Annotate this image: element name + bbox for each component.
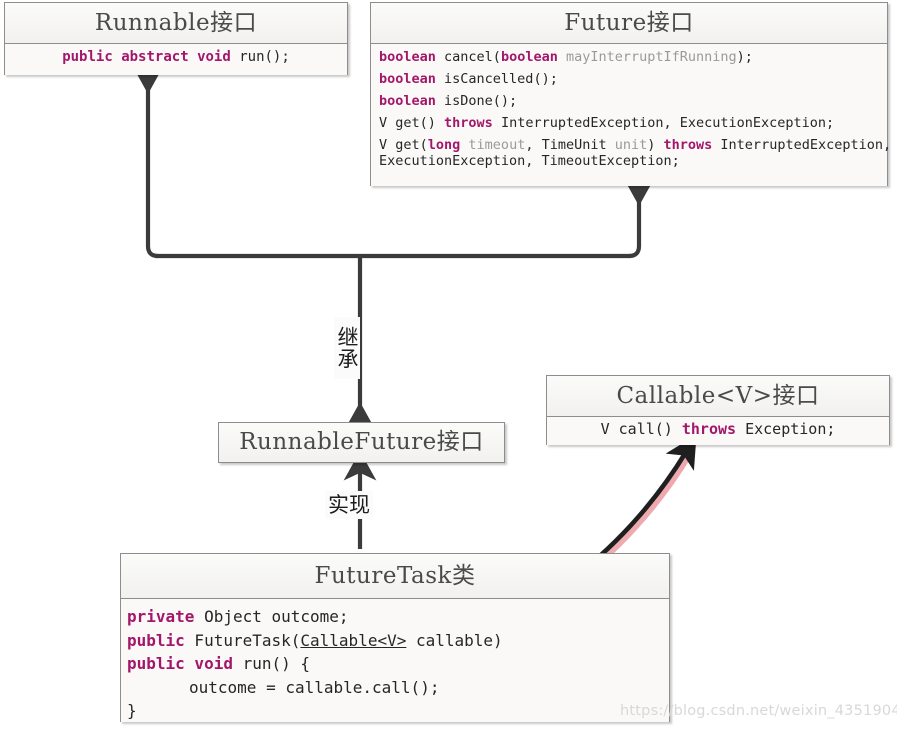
class-title-runnable: Runnable接口	[5, 3, 347, 43]
param-name: mayInterruptIfRunning	[557, 49, 737, 65]
member-iscancelled: boolean isCancelled();	[379, 72, 887, 87]
return-type: boolean	[379, 71, 436, 88]
field-declaration: Object outcome;	[194, 607, 349, 626]
method-name: isCancelled();	[435, 71, 558, 88]
class-title-future: Future接口	[371, 3, 887, 43]
edge-label-inherit: 继承	[334, 317, 360, 379]
edge-label-implement: 实现	[325, 491, 373, 519]
member-run: public abstract void run();	[5, 49, 347, 65]
exception-list-wrap: ExecutionException, TimeoutException;	[379, 152, 680, 169]
return-type: boolean	[379, 49, 436, 65]
method-name: cancel(	[435, 49, 501, 65]
method-run: public void run() {	[127, 652, 669, 676]
class-box-runnable[interactable]: Runnable接口 public abstract void run();	[4, 2, 348, 75]
method-run-close: }	[127, 701, 137, 721]
modifier-keyword: public void	[127, 654, 233, 674]
class-title-callable: Callable<V>接口	[547, 376, 889, 416]
modifier-keyword: private	[127, 607, 195, 626]
class-title-runnablefuture: RunnableFuture接口	[219, 423, 504, 462]
class-title-futuretask: FutureTask类	[121, 554, 669, 598]
constructor-name: FutureTask(	[184, 630, 301, 650]
class-members-futuretask: private Object outcome; public FutureTas…	[121, 598, 669, 722]
return-type: boolean	[379, 93, 436, 110]
param-name-2: unit	[614, 137, 648, 154]
throws-keyword: throws	[444, 115, 493, 132]
exception-list: InterruptedException, ExecutionException…	[492, 115, 835, 132]
class-members-runnable: public abstract void run();	[5, 43, 347, 75]
watermark-text: https://blog.csdn.net/weixin_43519048	[620, 703, 897, 719]
throws-keyword: throws	[681, 420, 737, 438]
modifier-keyword: public	[127, 630, 185, 650]
paren-close: )	[647, 137, 664, 154]
param-name: timeout	[460, 137, 526, 154]
param-type-2: , TimeUnit	[525, 137, 615, 154]
param-type: long	[427, 137, 461, 154]
diagram-canvas: Runnable接口 public abstract void run(); F…	[0, 0, 897, 729]
modifier-keyword: public abstract void	[62, 49, 231, 65]
class-box-future[interactable]: Future接口 boolean cancel(boolean mayInter…	[370, 2, 891, 186]
class-members-callable: V call() throws Exception;	[547, 416, 889, 445]
class-box-callable[interactable]: Callable<V>接口 V call() throws Exception;	[546, 375, 890, 445]
class-box-futuretask[interactable]: FutureTask类 private Object outcome; publ…	[120, 553, 670, 722]
method-name: isDone();	[435, 93, 518, 110]
param-name: callable)	[406, 630, 503, 650]
method-signature: run() {	[232, 654, 311, 674]
class-members-future: boolean cancel(boolean mayInterruptIfRun…	[371, 43, 891, 186]
method-name: V call()	[600, 420, 682, 438]
method-tail: );	[736, 49, 753, 65]
method-name: V get()	[379, 115, 445, 132]
param-type-callable[interactable]: Callable<V>	[300, 631, 406, 650]
method-name: V get(	[379, 137, 428, 154]
param-type: boolean	[500, 49, 558, 65]
member-cancel: boolean cancel(boolean mayInterruptIfRun…	[379, 49, 887, 65]
exception-list: InterruptedException,	[712, 137, 892, 154]
constructor-futuretask: public FutureTask(Callable<V> callable)	[127, 629, 669, 653]
method-signature: run();	[230, 49, 290, 65]
class-box-runnablefuture[interactable]: RunnableFuture接口	[218, 422, 505, 463]
field-outcome: private Object outcome;	[127, 605, 669, 629]
member-get: V get() throws InterruptedException, Exe…	[379, 116, 887, 131]
member-isdone: boolean isDone();	[379, 94, 887, 109]
member-call: V call() throws Exception;	[547, 420, 889, 438]
method-run-body: outcome = callable.call();	[189, 677, 440, 697]
member-get-timeout: V get(long timeout, TimeUnit unit) throw…	[379, 137, 891, 169]
exception-list: Exception;	[736, 420, 836, 438]
throws-keyword: throws	[663, 137, 713, 154]
